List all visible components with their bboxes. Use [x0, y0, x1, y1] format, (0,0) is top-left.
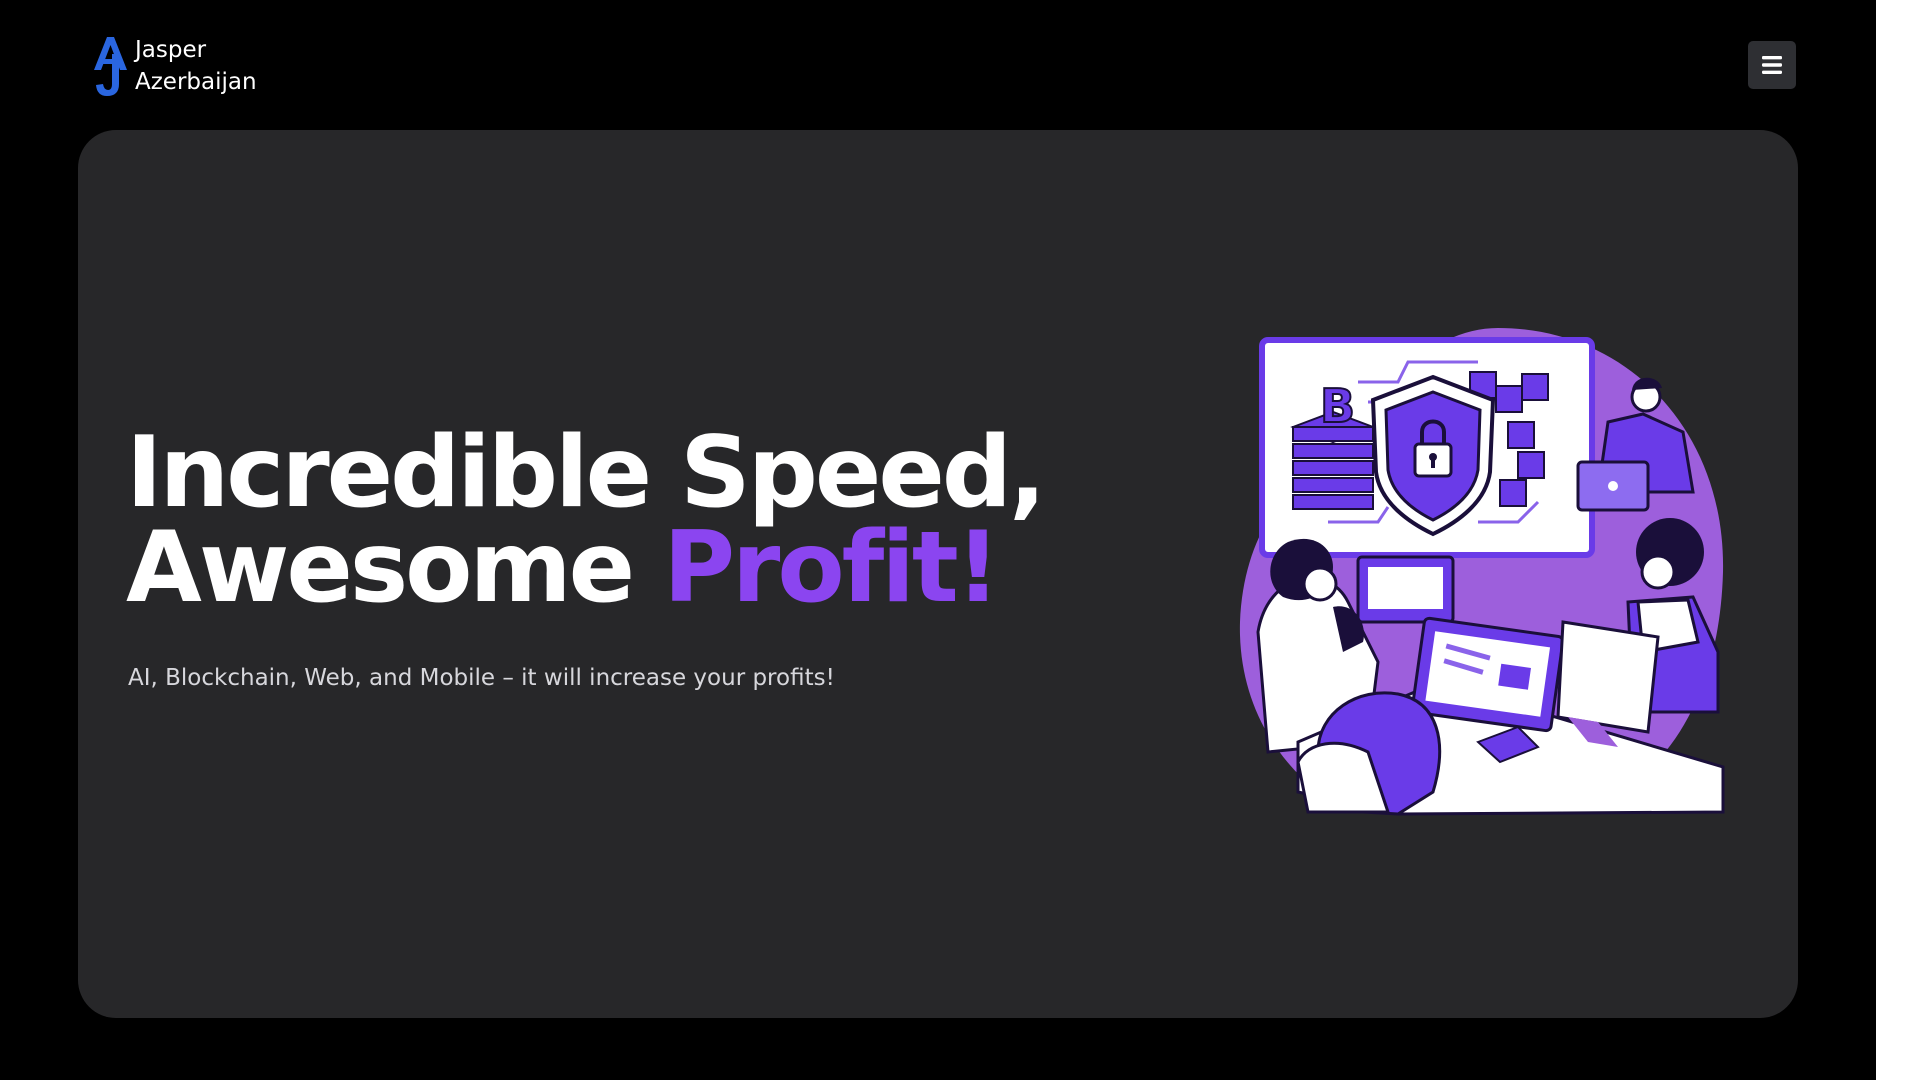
hero-section: Incredible Speed, Awesome Profit! AI, Bl…: [78, 130, 1798, 1018]
headline-line1: Incredible Speed,: [126, 416, 1046, 530]
hero-subtitle: AI, Blockchain, Web, and Mobile – it wil…: [128, 665, 835, 691]
svg-text:B: B: [1320, 379, 1355, 433]
headline-accent: Profit!: [663, 511, 1000, 625]
headline-line2: Awesome Profit!: [126, 519, 1043, 617]
menu-button[interactable]: [1748, 41, 1796, 89]
brand-name-line2: Azerbaijan: [135, 69, 257, 95]
brand-logo-link[interactable]: Jasper Azerbaijan: [90, 34, 257, 98]
aj-logo-icon: [94, 37, 127, 96]
brand-name-line1: Jasper: [135, 37, 207, 63]
hero-headline: Incredible Speed, Awesome Profit!: [126, 416, 1046, 617]
blockchain-team-illustration: B: [1239, 328, 1725, 816]
hamburger-menu-icon: [1762, 56, 1782, 74]
headline-line2-prefix: Awesome: [126, 511, 664, 625]
page: Jasper Azerbaijan Incredible Speed, Awes…: [0, 0, 1876, 1080]
brand-name: Jasper Azerbaijan: [135, 34, 257, 98]
